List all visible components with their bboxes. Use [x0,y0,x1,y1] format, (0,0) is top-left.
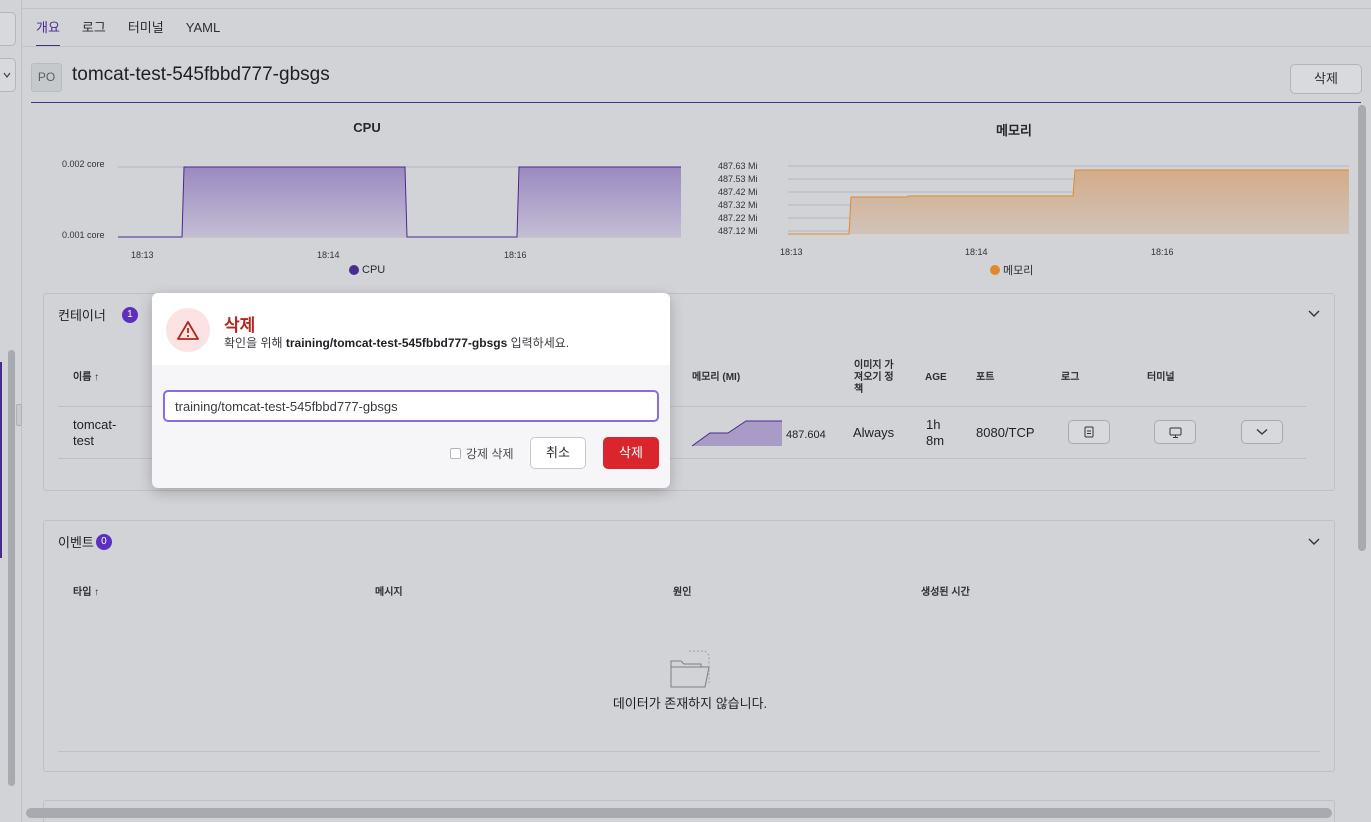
force-delete-label: 강제 삭제 [466,447,514,461]
container-more-button[interactable] [1241,420,1283,444]
memory-sparkline [692,420,782,447]
container-image-pull: Always [853,425,895,440]
col-header-image-pull: 이미지 가 져오기 정 책 [854,360,894,395]
col-header-type[interactable]: 타입 ↑ [73,587,99,599]
cpu-legend-label: CPU [362,264,386,276]
left-panel-dropdown[interactable] [0,58,16,92]
tab-overview[interactable]: 개요 [36,10,60,47]
chevron-down-icon [3,72,11,78]
memory-chart: 487.63 Mi 487.53 Mi 487.42 Mi 487.32 Mi … [718,161,1349,257]
memory-y-tick: 487.22 Mi [718,213,758,223]
col-header-age: AGE [925,372,947,383]
chevron-down-icon[interactable] [1307,535,1321,549]
container-port: 8080/TCP [976,425,1035,440]
cpu-legend: CPU [349,264,385,276]
tab-terminal[interactable]: 터미널 [128,10,164,46]
memory-chart-title: 메모리 [996,123,1032,138]
dialog-subtitle: 확인을 위해 training/tomcat-test-545fbbd777-g… [224,334,569,351]
memory-y-tick: 487.32 Mi [718,200,758,210]
chevron-down-icon [1256,429,1268,435]
monitor-icon [1169,427,1181,438]
memory-y-tick: 487.53 Mi [718,174,758,184]
confirm-name-input[interactable] [163,390,659,422]
document-icon [1084,426,1094,438]
cpu-x-tick: 18:14 [317,250,340,260]
force-delete-option[interactable]: 강제 삭제 [450,445,514,462]
table-divider [58,751,1320,752]
memory-legend: 메모리 [990,262,1033,278]
horizontal-scrollbar[interactable] [26,808,1332,818]
events-count-badge: 0 [95,533,112,550]
left-panel-control[interactable] [0,12,16,46]
containers-title-text: 컨테이너 [58,308,106,323]
cpu-chart-title: CPU [353,120,381,135]
events-card: 이벤트 0 타입 ↑ 메시지 원인 생성된 시간 데이터가 존재하지 않습니다. [43,520,1335,772]
cpu-chart: 0.002 core 0.001 core 18:13 18:14 18:16 [62,159,681,260]
cpu-x-tick: 18:16 [504,250,527,260]
col-header-terminal: 터미널 [1147,372,1175,383]
memory-y-tick: 487.42 Mi [718,187,758,197]
dialog-subtitle-suffix: 입력하세요. [507,336,570,350]
title-divider [31,102,1361,103]
container-name: tomcat- test [73,417,117,448]
container-memory-value: 487.604 [786,429,826,441]
delete-button[interactable]: 삭제 [1290,64,1362,94]
memory-y-tick: 487.63 Mi [718,161,758,171]
vertical-scrollbar[interactable] [1358,105,1366,551]
containers-title: 컨테이너 1 [58,305,138,324]
left-panel-edge [0,0,22,822]
events-title-text: 이벤트 [58,535,94,550]
container-terminal-button[interactable] [1154,420,1196,444]
page-title: tomcat-test-545fbbd777-gbsgs [72,64,330,85]
cpu-y-tick: 0.002 core [62,159,105,169]
cpu-y-tick: 0.001 core [62,230,105,240]
chevron-down-icon[interactable] [1307,307,1321,321]
detail-tabs: 개요 로그 터미널 YAML [36,10,242,47]
legend-dot-icon [349,265,359,275]
tabs-divider [22,46,1371,47]
memory-x-tick: 18:16 [1151,247,1174,257]
dialog-subtitle-prefix: 확인을 위해 [224,336,286,350]
containers-count-badge: 1 [121,306,138,323]
memory-x-tick: 18:13 [780,247,803,257]
empty-state-text: 데이터가 존재하지 않습니다. [612,696,768,711]
resource-kind-badge: PO [31,63,62,92]
col-header-port: 포트 [976,372,995,383]
memory-legend-label: 메모리 [1003,265,1034,277]
col-header-memory: 메모리 (MI) [692,372,741,383]
col-header-created: 생성된 시간 [921,587,970,598]
tab-logs[interactable]: 로그 [82,10,106,46]
top-divider [22,8,1371,9]
cpu-series-area [118,167,681,237]
container-log-button[interactable] [1068,420,1110,444]
legend-dot-icon [990,265,1000,275]
col-header-message: 메시지 [375,587,403,598]
empty-folder-icon [670,650,710,688]
left-panel-selection [0,362,2,558]
col-header-log: 로그 [1061,372,1080,383]
dialog-subtitle-target: training/tomcat-test-545fbbd777-gbsgs [285,336,508,350]
tab-yaml[interactable]: YAML [186,10,220,46]
container-age: 1h 8m [926,417,945,448]
force-delete-checkbox[interactable] [450,448,461,459]
dialog-title: 삭제 [224,316,256,335]
cancel-button[interactable]: 취소 [530,437,586,469]
memory-x-tick: 18:14 [965,247,988,257]
memory-y-tick: 487.12 Mi [718,226,758,236]
delete-confirm-dialog: 삭제 확인을 위해 training/tomcat-test-545fbbd77… [152,293,670,488]
left-scrollbar[interactable] [8,350,15,786]
memory-series-area [788,170,1349,234]
dialog-header: 삭제 확인을 위해 training/tomcat-test-545fbbd77… [152,293,670,365]
cpu-x-tick: 18:13 [131,250,154,260]
events-title: 이벤트 0 [58,532,112,551]
col-header-name[interactable]: 이름 ↑ [73,372,99,384]
col-header-reason: 원인 [673,587,692,598]
warning-icon [166,308,210,352]
confirm-delete-button[interactable]: 삭제 [603,437,659,469]
